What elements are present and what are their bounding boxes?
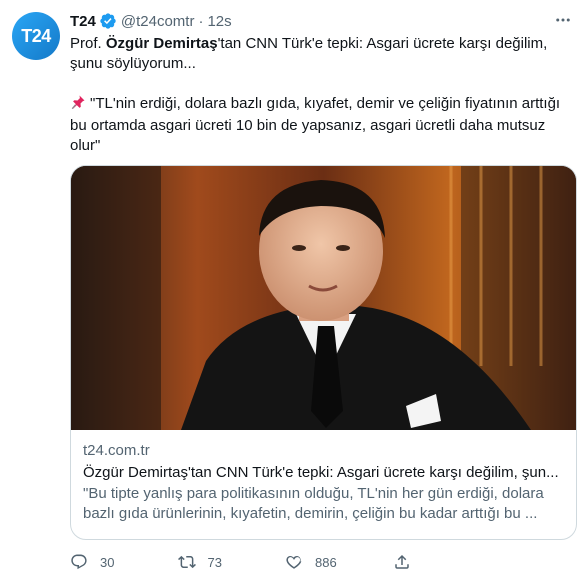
reply-icon: [71, 554, 87, 570]
separator-dot: ·: [198, 12, 204, 30]
card-domain: t24.com.tr: [83, 442, 150, 459]
tweet-headline: Prof. Özgür Demirtaş'tan CNN Türk'e tepk…: [70, 34, 575, 74]
card-image[interactable]: [71, 166, 576, 430]
timestamp[interactable]: 12s: [207, 13, 231, 30]
reply-button[interactable]: 30: [70, 552, 178, 572]
display-name[interactable]: T24: [70, 13, 96, 30]
retweet-icon: [177, 555, 196, 569]
card-title[interactable]: Özgür Demirtaş'tan CNN Türk'e tepki: Asg…: [83, 463, 564, 483]
retweet-count: 73: [207, 554, 222, 570]
avatar[interactable]: T24: [12, 12, 60, 60]
tweet[interactable]: T24 T24 @t24comtr · 12s Prof. Özgür Demi…: [0, 0, 587, 580]
reply-count: 30: [100, 554, 115, 570]
pushpin-icon: [70, 94, 86, 116]
link-card[interactable]: t24.com.tr Özgür Demirtaş'tan CNN Türk'e…: [70, 165, 577, 540]
user-handle[interactable]: @t24comtr: [121, 13, 195, 30]
heart-icon: [286, 555, 302, 569]
avatar-logo-text: T24: [21, 25, 51, 46]
text-prefix: Prof.: [70, 35, 106, 52]
tweet-quote: "TL'nin erdiği, dolara bazlı gıda, kıyaf…: [70, 94, 575, 156]
tweet-text: Prof. Özgür Demirtaş'tan CNN Türk'e tepk…: [70, 34, 575, 156]
like-count: 886: [315, 554, 337, 570]
verified-badge-icon: [99, 12, 117, 30]
share-button[interactable]: [393, 552, 501, 572]
more-icon[interactable]: [553, 10, 573, 30]
tweet-actions: 30 73 886: [70, 552, 500, 572]
mention-name: Özgür Demirtaş: [105, 35, 218, 52]
share-icon: [394, 554, 409, 569]
card-meta: t24.com.tr Özgür Demirtaş'tan CNN Türk'e…: [83, 441, 564, 524]
quote-text: "TL'nin erdiği, dolara bazlı gıda, kıyaf…: [70, 95, 561, 154]
card-description: "Bu tipte yanlış para politikasının oldu…: [83, 485, 544, 522]
retweet-button[interactable]: 73: [177, 552, 286, 572]
tweet-header: T24 @t24comtr · 12s: [70, 10, 232, 32]
like-button[interactable]: 886: [285, 552, 393, 572]
